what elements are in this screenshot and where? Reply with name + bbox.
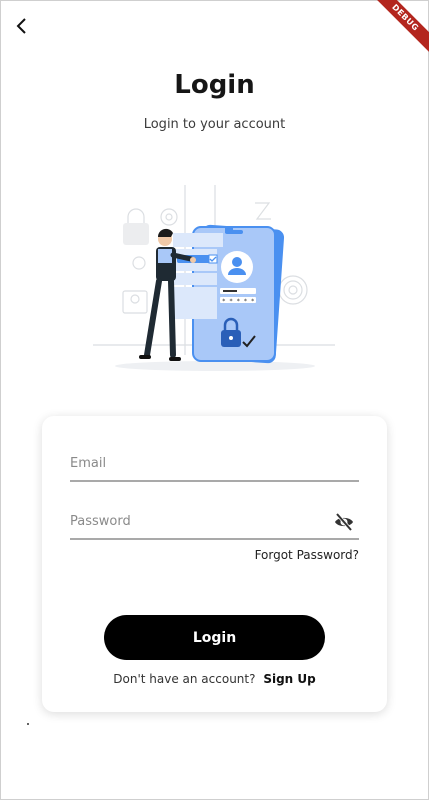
page-title: Login — [174, 70, 255, 100]
login-card: Forgot Password? Login Don't have an acc… — [42, 416, 387, 712]
signup-row: Don't have an account? Sign Up — [42, 672, 387, 686]
email-field — [70, 448, 359, 482]
page-subtitle: Login to your account — [143, 117, 286, 132]
signup-link[interactable]: Sign Up — [263, 672, 315, 686]
password-input[interactable] — [70, 506, 320, 536]
password-field — [70, 506, 359, 540]
forgot-password-link[interactable]: Forgot Password? — [255, 548, 359, 562]
email-input[interactable] — [70, 448, 320, 478]
login-illustration: * * * * * — [85, 175, 345, 375]
fingerprint-bg-icon — [278, 275, 308, 305]
back-button[interactable] — [12, 14, 32, 38]
stray-dot — [27, 723, 29, 725]
svg-text:* * * * *: * * * * * — [222, 298, 255, 305]
eye-off-icon — [335, 512, 353, 532]
security-illustration: * * * * * — [93, 185, 335, 371]
chevron-left-icon — [16, 18, 26, 34]
gear-bg-icon — [160, 208, 178, 226]
password-visibility-toggle[interactable] — [333, 511, 355, 533]
signup-prompt: Don't have an account? — [113, 672, 256, 686]
lock-bg-icon — [123, 223, 149, 245]
login-button[interactable]: Login — [104, 615, 325, 660]
user-bg-icon — [122, 290, 148, 314]
